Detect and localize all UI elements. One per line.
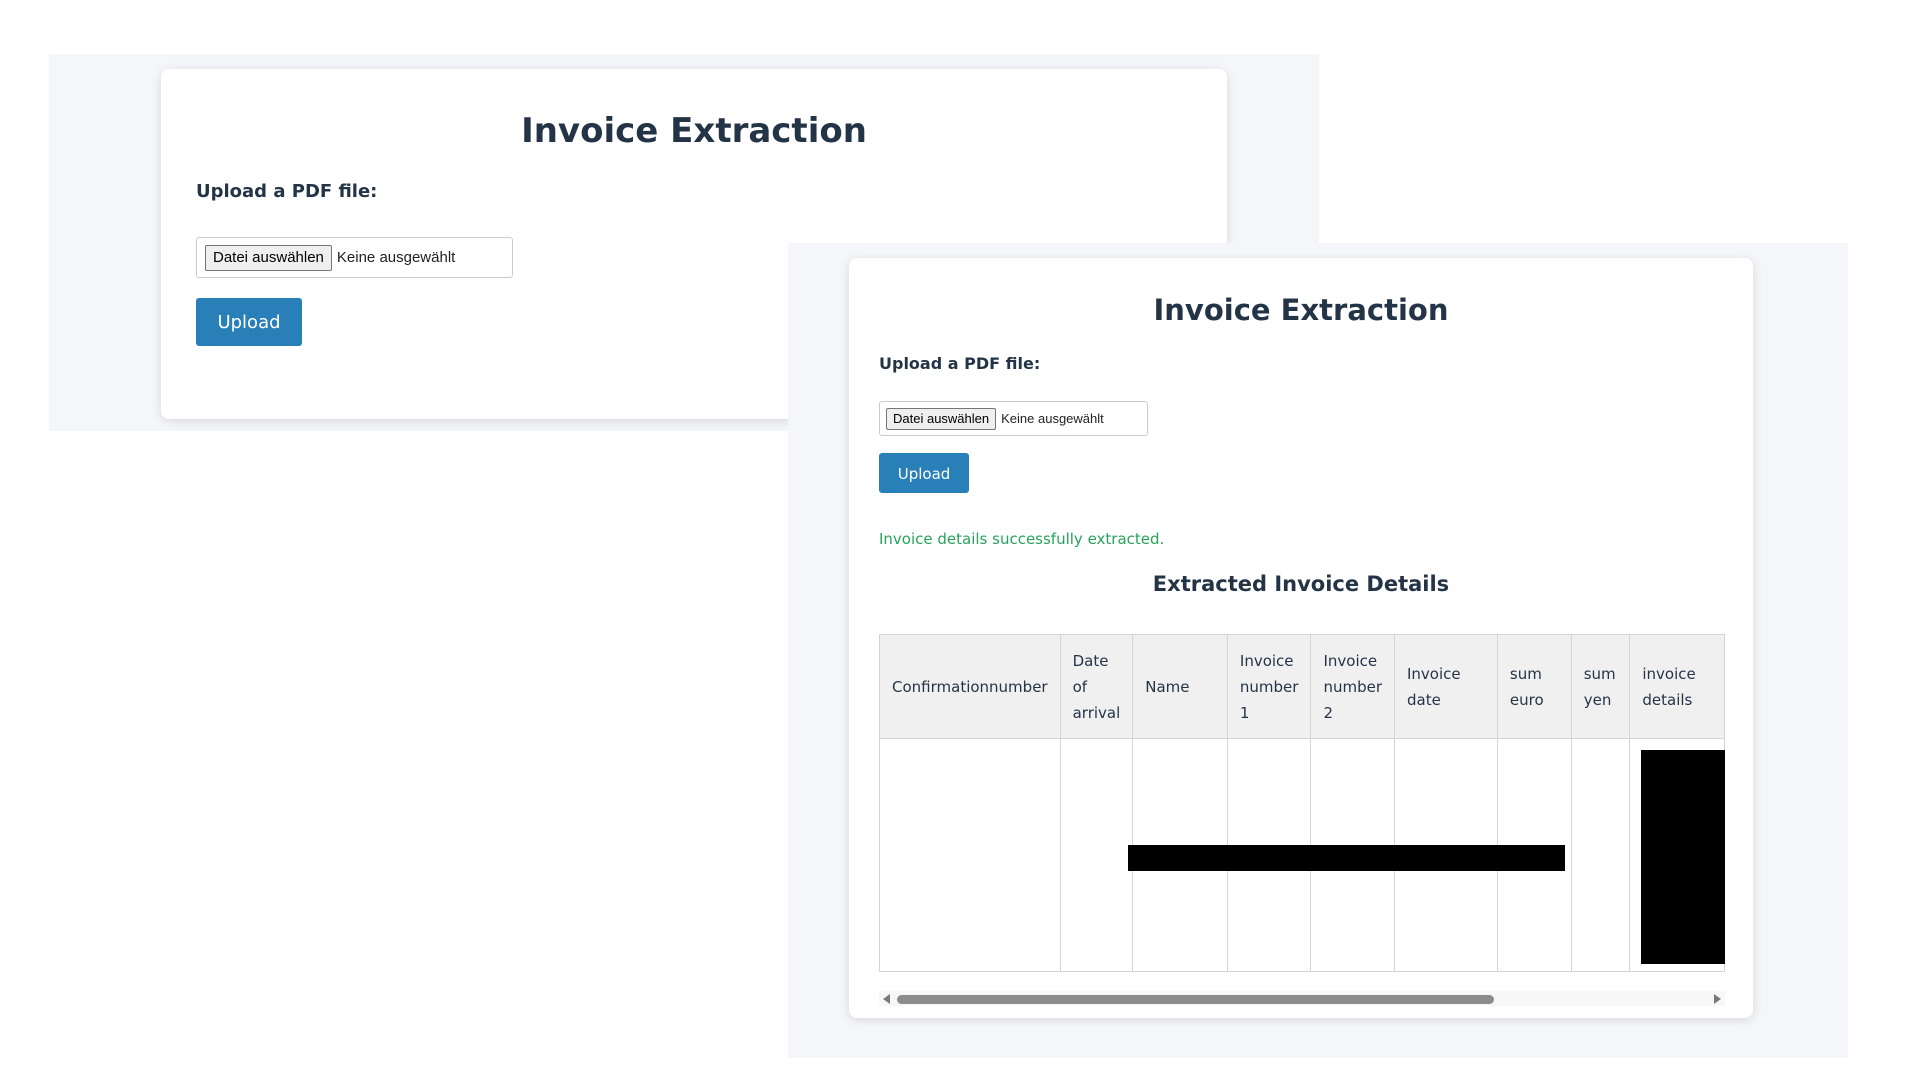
column-header-sum-euro: sum euro: [1496, 634, 1572, 739]
redacted-invoice-details: [1641, 750, 1725, 964]
column-header-date-of-arrival: Date of arrival: [1059, 634, 1134, 739]
page-title: Invoice Extraction: [1153, 293, 1449, 327]
triangle-right-icon[interactable]: [1714, 994, 1721, 1004]
choose-file-button[interactable]: Datei auswählen: [886, 407, 997, 430]
table-cell: [1059, 738, 1134, 972]
file-status-text: Keine ausgewählt: [336, 249, 456, 266]
redacted-row-values: [1128, 845, 1565, 871]
success-message: Invoice details successfully extracted.: [879, 530, 1165, 548]
section-title: Extracted Invoice Details: [1152, 572, 1450, 596]
table-header-row: Confirmationnumber Date of arrival Name …: [879, 634, 1725, 739]
file-input[interactable]: Datei auswählen Keine ausgewählt: [879, 401, 1148, 436]
column-header-invoice-number-2: Invoice number 2: [1310, 634, 1395, 739]
upload-card-2: Invoice Extraction Upload a PDF file: Da…: [849, 258, 1753, 1018]
upload-label: Upload a PDF file:: [879, 354, 1041, 373]
upload-button[interactable]: Upload: [196, 298, 302, 346]
upload-label: Upload a PDF file:: [196, 181, 378, 202]
horizontal-scrollbar[interactable]: [879, 991, 1725, 1006]
background-panel-2: Invoice Extraction Upload a PDF file: Da…: [788, 243, 1848, 1058]
column-header-confirmationnumber: Confirmationnumber: [879, 634, 1061, 739]
file-status-text: Keine ausgewählt: [1001, 411, 1104, 426]
choose-file-button[interactable]: Datei auswählen: [205, 244, 332, 271]
invoice-table: Confirmationnumber Date of arrival Name …: [879, 634, 1725, 972]
invoice-table-container: Confirmationnumber Date of arrival Name …: [879, 634, 1725, 988]
triangle-left-icon[interactable]: [883, 994, 890, 1004]
file-input[interactable]: Datei auswählen Keine ausgewählt: [196, 237, 513, 278]
upload-button[interactable]: Upload: [879, 453, 969, 493]
column-header-invoice-details: invoice details: [1629, 634, 1725, 739]
table-cell: [1570, 738, 1631, 972]
column-header-sum-yen: sum yen: [1570, 634, 1631, 739]
column-header-invoice-number-1: Invoice number 1: [1226, 634, 1312, 739]
column-header-name: Name: [1132, 634, 1228, 739]
page-title: Invoice Extraction: [521, 111, 867, 151]
column-header-invoice-date: Invoice date: [1394, 634, 1498, 739]
table-cell: [879, 738, 1061, 972]
scrollbar-thumb[interactable]: [897, 995, 1494, 1004]
